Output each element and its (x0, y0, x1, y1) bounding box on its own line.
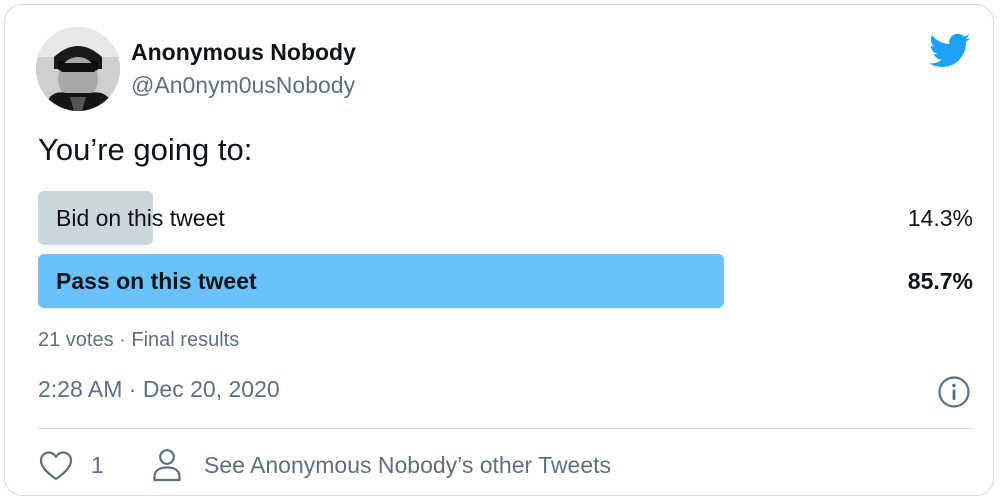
other-tweets-link[interactable]: See Anonymous Nobody’s other Tweets (204, 452, 611, 479)
divider (38, 428, 973, 429)
poll-question: You’re going to: (38, 132, 253, 167)
twitter-bird-icon[interactable] (929, 33, 971, 69)
poll-option-percent: 85.7% (907, 268, 973, 294)
author-handle[interactable]: @An0nym0usNobody (131, 72, 355, 99)
like-count: 1 (91, 452, 104, 478)
tweet-card: Anonymous Nobody @An0nym0usNobody You’re… (4, 4, 994, 496)
person-icon[interactable] (152, 448, 182, 482)
tweet-timestamp[interactable]: 2:28 AM · Dec 20, 2020 (38, 376, 280, 403)
info-icon[interactable] (937, 375, 971, 409)
poll-option-label: Pass on this tweet (56, 268, 257, 294)
poll-option-bid: Bid on this tweet 14.3% (38, 191, 973, 245)
poll-option-pass: Pass on this tweet 85.7% (38, 254, 973, 308)
poll-option-percent: 14.3% (907, 205, 973, 231)
poll-option-label: Bid on this tweet (56, 205, 225, 231)
heart-icon[interactable] (39, 450, 73, 482)
author-name[interactable]: Anonymous Nobody (131, 39, 356, 66)
poll-meta: 21 votes · Final results (38, 329, 240, 351)
avatar[interactable] (36, 27, 120, 111)
